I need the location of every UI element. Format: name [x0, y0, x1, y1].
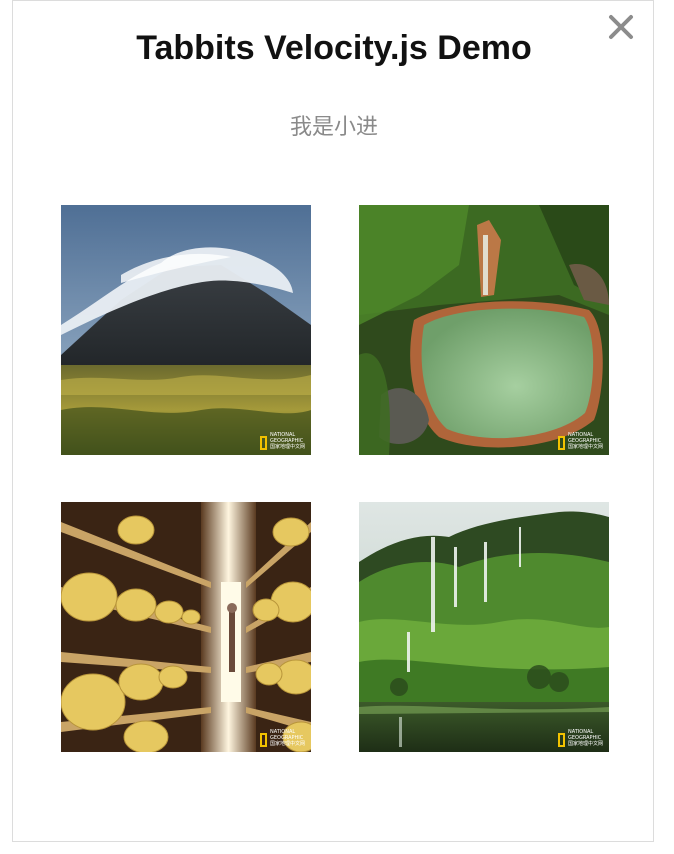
national-geographic-watermark: NATIONAL GEOGRAPHIC 国家地理中文网	[557, 729, 603, 747]
national-geographic-watermark: NATIONAL GEOGRAPHIC 国家地理中文网	[259, 432, 305, 450]
gallery-photo-mountain[interactable]: NATIONAL GEOGRAPHIC 国家地理中文网	[61, 205, 311, 455]
gallery-photo-cliffs[interactable]: NATIONAL GEOGRAPHIC 国家地理中文网	[359, 502, 609, 752]
subtitle: 我是小进	[289, 114, 378, 139]
gallery-photo-hot-spring[interactable]: NATIONAL GEOGRAPHIC 国家地理中文网	[359, 205, 609, 455]
page-title: Tabbits Velocity.js Demo	[136, 29, 532, 67]
mountain-image	[61, 205, 311, 455]
hot-spring-image	[359, 205, 609, 455]
national-geographic-watermark: NATIONAL GEOGRAPHIC 国家地理中文网	[259, 729, 305, 747]
cheese-image	[61, 502, 311, 752]
gallery-photo-cheese[interactable]: NATIONAL GEOGRAPHIC 国家地理中文网	[61, 502, 311, 752]
modal-dialog: Tabbits Velocity.js Demo 我是小进 NATIONAL G…	[12, 0, 654, 842]
cliffs-image	[359, 502, 609, 752]
national-geographic-watermark: NATIONAL GEOGRAPHIC 国家地理中文网	[557, 432, 603, 450]
